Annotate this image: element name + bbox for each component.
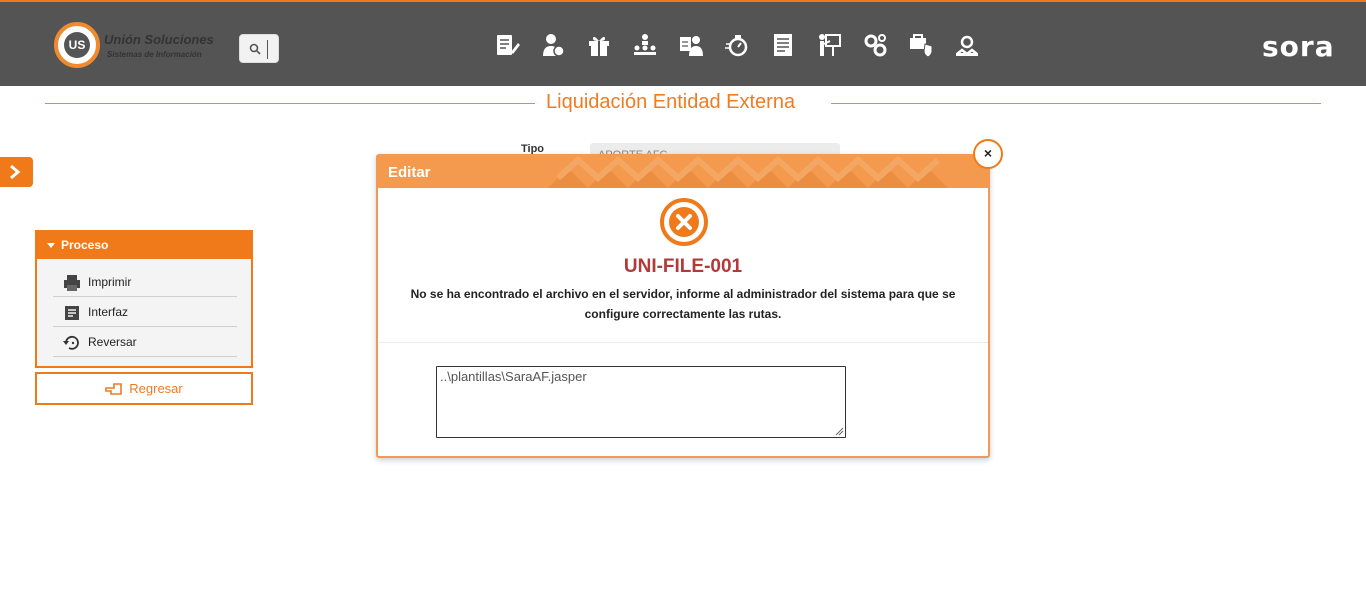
process-item-label: Reversar: [88, 335, 137, 349]
company-logo[interactable]: US Unión Soluciones Sistemas de Informac…: [52, 22, 222, 70]
report-document-icon[interactable]: [770, 32, 796, 58]
error-x-icon: [660, 198, 708, 246]
error-message: No se ha encontrado el archivo en el ser…: [410, 287, 956, 321]
org-hierarchy-icon[interactable]: [632, 32, 658, 58]
page-title: Liquidación Entidad Externa: [546, 91, 796, 113]
process-item-label: Interfaz: [88, 305, 129, 319]
dialog-divider: [378, 342, 988, 343]
sidebar-toggle[interactable]: [0, 157, 33, 187]
header-pattern: [548, 156, 948, 188]
gift-icon[interactable]: [586, 32, 612, 58]
logo-title: Unión Soluciones: [104, 32, 214, 47]
dialog-close-button[interactable]: ×: [973, 139, 1003, 169]
close-icon: ×: [983, 145, 993, 161]
dialog-title: Editar: [388, 164, 431, 181]
support-group-icon[interactable]: [954, 32, 980, 58]
top-bar: US Unión Soluciones Sistemas de Informac…: [0, 0, 1366, 86]
stopwatch-icon[interactable]: [724, 32, 750, 58]
chevron-right-icon: [10, 164, 21, 180]
title-divider-right: [831, 103, 1321, 104]
secure-cart-icon[interactable]: [908, 32, 934, 58]
presentation-icon[interactable]: [816, 32, 842, 58]
error-code: UNI-FILE-001: [623, 256, 743, 277]
user-payment-icon[interactable]: [540, 32, 566, 58]
logo-subtitle: Sistemas de Información: [107, 50, 202, 59]
edit-dialog: Editar UNI-FILE-001 No se ha encontrado …: [376, 154, 990, 458]
file-path-textarea[interactable]: ..\plantillas\SaraAF.jasper: [436, 366, 846, 438]
back-hand-icon: [105, 383, 123, 395]
document-list-icon: [63, 303, 81, 321]
brand-logo: sora: [1262, 30, 1335, 63]
process-panel: Proceso Imprimir Interfaz Reversar: [35, 230, 253, 368]
search-icon: [249, 43, 261, 55]
caret-down-icon: [47, 243, 55, 249]
logo-initials: US: [64, 32, 90, 58]
dialog-header: Editar: [378, 156, 988, 188]
process-item-reversar[interactable]: Reversar: [53, 327, 237, 357]
logo-emblem: US: [54, 22, 100, 68]
edit-document-icon[interactable]: [494, 32, 520, 58]
process-panel-header[interactable]: Proceso: [37, 232, 251, 259]
printer-icon: [63, 273, 81, 291]
process-item-interfaz[interactable]: Interfaz: [53, 297, 237, 327]
process-item-imprimir[interactable]: Imprimir: [53, 267, 237, 297]
gears-icon[interactable]: [862, 32, 888, 58]
back-button-label: Regresar: [129, 381, 183, 396]
search-button[interactable]: [239, 34, 279, 63]
title-divider-left: [45, 103, 535, 104]
user-id-card-icon[interactable]: [678, 32, 704, 58]
process-panel-title: Proceso: [61, 238, 109, 252]
back-button[interactable]: Regresar: [35, 372, 253, 405]
resize-grip-icon[interactable]: [834, 426, 844, 436]
search-divider: [267, 40, 268, 59]
process-item-label: Imprimir: [88, 275, 132, 289]
undo-clock-icon: [63, 333, 81, 351]
